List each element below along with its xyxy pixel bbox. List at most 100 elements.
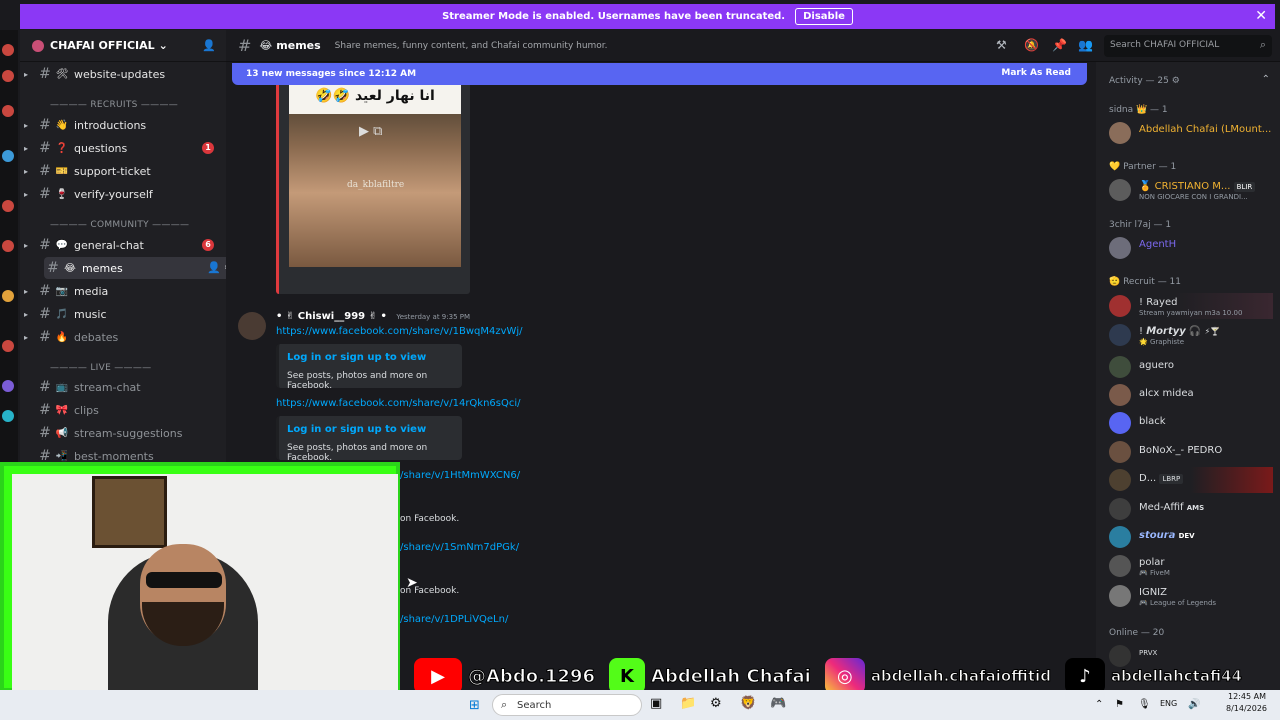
channel-emoji: 🔥 [55, 331, 69, 343]
member-item[interactable]: AgentH [1109, 235, 1273, 261]
author-name[interactable]: • ✌ Chiswi__999 ✌ • [276, 311, 387, 322]
channel-label: general-chat [74, 238, 144, 252]
network-icon[interactable]: ⚑ [1115, 699, 1124, 710]
category-live[interactable]: ———— LIVE ———— [50, 363, 151, 373]
member-name: Med-Affif AMS [1139, 502, 1205, 513]
avatar [1109, 384, 1131, 406]
member-item[interactable]: ! 𝙈𝙤𝙧𝙩𝙮𝙮 🎧 ⚡🍸 🌟 Graphiste [1109, 322, 1273, 348]
member-item[interactable]: aguero [1109, 354, 1273, 380]
channel-memes[interactable]: # 😂 memes 👤 ⚙ [44, 257, 244, 279]
discord-icon[interactable]: 🎮 [770, 696, 786, 711]
member-item[interactable]: alcx midea [1109, 382, 1273, 408]
member-item[interactable]: Med-Affif AMS [1109, 496, 1273, 522]
channel-topic[interactable]: Share memes, funny content, and Chafai c… [335, 41, 608, 51]
channel-questions[interactable]: ▸ # ❓ questions 1 [20, 137, 226, 159]
chevron-down-icon: ⌄ [158, 39, 168, 52]
brave-browser-icon[interactable]: 🦁 [740, 696, 756, 711]
avatar [1109, 469, 1131, 491]
channel-debates[interactable]: ▸ # 🔥 debates [20, 326, 226, 348]
server-icon[interactable] [2, 105, 14, 117]
embed-title-link[interactable]: Log in or sign up to view [287, 352, 426, 363]
message-link[interactable]: /share/v/1HtMmWXCN6/ [400, 470, 520, 481]
member-item[interactable]: IGNIZ 🎮 League of Legends [1109, 583, 1273, 609]
microphone-icon[interactable]: 🎙 [1138, 699, 1151, 710]
channel-media[interactable]: ▸ # 📷 media [20, 280, 226, 302]
channel-clips[interactable]: # 🎀 clips [20, 399, 226, 421]
windows-start-icon[interactable]: ⊞ [469, 698, 480, 713]
close-icon[interactable]: ✕ [1255, 8, 1267, 24]
member-item[interactable]: ! Rayed Stream yawmiyan m3a 10.00 [1109, 293, 1273, 319]
language-indicator[interactable]: ENG [1160, 699, 1177, 708]
channel-label: memes [82, 261, 123, 275]
chevron-right-icon: ▸ [23, 309, 28, 319]
channel-introductions[interactable]: ▸ # 👋 introductions [20, 114, 226, 136]
server-icon[interactable] [2, 380, 14, 392]
server-icon[interactable] [2, 70, 14, 82]
server-avatar-icon [32, 39, 44, 52]
channel-stream-suggestions[interactable]: # 📢 stream-suggestions [20, 422, 226, 444]
threads-icon[interactable]: ⚒ [996, 38, 1007, 52]
channel-general-chat[interactable]: ▸ # 💬 general-chat 6 [20, 234, 226, 256]
server-icon[interactable] [2, 44, 14, 56]
embed-title-link[interactable]: Log in or sign up to view [287, 424, 426, 435]
channel-label: music [74, 307, 107, 321]
message-link[interactable]: /share/v/1SmNm7dPGk/ [400, 542, 519, 553]
embed-description: See posts, photos and more on Facebook. [287, 371, 428, 391]
message-timestamp: Yesterday at 9:35 PM [396, 313, 471, 321]
unread-badge: 1 [202, 142, 214, 154]
channel-verify-yourself[interactable]: ▸ # 🍷 verify-yourself [20, 183, 226, 205]
disable-streamer-mode-button[interactable]: Disable [795, 8, 853, 25]
server-icon[interactable] [2, 240, 14, 252]
channel-music[interactable]: ▸ # 🎵 music [20, 303, 226, 325]
hash-icon: # [39, 140, 51, 156]
member-item[interactable]: 𝙨𝙩𝙤𝙪𝙧𝙖 DEV [1109, 524, 1273, 550]
channel-website-updates[interactable]: ▸ # 🛠 website-updates [20, 63, 226, 85]
channel-support-ticket[interactable]: ▸ # 🎫 support-ticket [20, 160, 226, 182]
server-icon[interactable] [2, 340, 14, 352]
category-community[interactable]: ———— COMMUNITY ———— [50, 220, 189, 230]
member-item[interactable]: D... LBRP [1109, 467, 1273, 493]
video-embed[interactable]: انا نهار لعيد 🤣🤣 ▶ ⧉ da_kblafiltre [276, 82, 470, 294]
message-link[interactable]: https://www.facebook.com/share/v/14rQkn6… [276, 398, 521, 409]
taskbar-search[interactable]: ⌕ Search [492, 694, 642, 716]
chevron-up-icon[interactable]: ⌃ [1095, 699, 1103, 710]
server-icon[interactable] [2, 150, 14, 162]
steam-icon[interactable]: ⚙ [710, 696, 722, 711]
member-item[interactable]: polar 🎮 FiveM [1109, 553, 1273, 579]
message-author[interactable]: • ✌ Chiswi__999 ✌ • Yesterday at 9:35 PM [276, 311, 470, 322]
channel-emoji: 🎀 [55, 404, 69, 416]
message-link[interactable]: https://www.facebook.com/share/v/1BwqM4z… [276, 326, 523, 337]
server-header[interactable]: CHAFAI OFFICIAL ⌄ 👤 [20, 30, 226, 62]
gear-icon[interactable]: ⚙ [1172, 76, 1180, 86]
member-item[interactable]: BoNoX-_- PEDRO [1109, 439, 1273, 465]
pin-icon[interactable]: 📌 [1052, 38, 1067, 52]
system-clock[interactable]: 12:45 AM 8/14/2026 [1226, 691, 1267, 715]
author-avatar[interactable] [238, 312, 266, 340]
member-tag: BLIR [1233, 182, 1256, 192]
new-messages-bar[interactable]: 13 new messages since 12:12 AM Mark As R… [232, 63, 1087, 85]
member-item[interactable]: Abdellah Chafai (LMount... [1109, 120, 1273, 146]
server-icon[interactable] [2, 410, 14, 422]
chevron-right-icon: ▸ [23, 240, 28, 250]
chevron-up-icon[interactable]: ⌃ [1262, 74, 1270, 85]
member-item[interactable]: 🏅 CRISTIANO M... BLIR NON GIOCARE CON I G… [1109, 177, 1273, 203]
file-explorer-icon[interactable]: 📁 [680, 696, 696, 711]
play-icon[interactable]: ▶ ⧉ [359, 124, 382, 139]
server-icon[interactable] [2, 290, 14, 302]
message-link[interactable]: /share/v/1DPLiVQeLn/ [400, 614, 508, 625]
activity-header[interactable]: Activity — 25 ⚙ [1109, 76, 1180, 86]
members-list-icon[interactable]: 👥 [1078, 38, 1093, 52]
mute-bell-icon[interactable]: 🔕 [1024, 38, 1039, 52]
member-item[interactable]: black [1109, 410, 1273, 436]
task-view-icon[interactable]: ▣ [650, 696, 662, 711]
mark-as-read-button[interactable]: Mark As Read [1001, 68, 1071, 78]
search-input[interactable]: Search CHAFAI OFFICIAL ⌕ [1104, 35, 1272, 57]
channel-stream-chat[interactable]: # 📺 stream-chat [20, 376, 226, 398]
category-recruits[interactable]: ———— RECRUITS ———— [50, 100, 178, 110]
server-icon[interactable] [2, 200, 14, 212]
add-user-icon[interactable]: 👤 [202, 39, 216, 52]
member-list: Activity — 25 ⚙ ⌃ sidna 👑 — 1 Abdellah C… [1096, 62, 1280, 702]
video-thumbnail[interactable]: انا نهار لعيد 🤣🤣 ▶ ⧉ da_kblafiltre [289, 82, 461, 267]
search-icon: ⌕ [1259, 38, 1266, 51]
volume-icon[interactable]: 🔊 [1188, 699, 1200, 710]
